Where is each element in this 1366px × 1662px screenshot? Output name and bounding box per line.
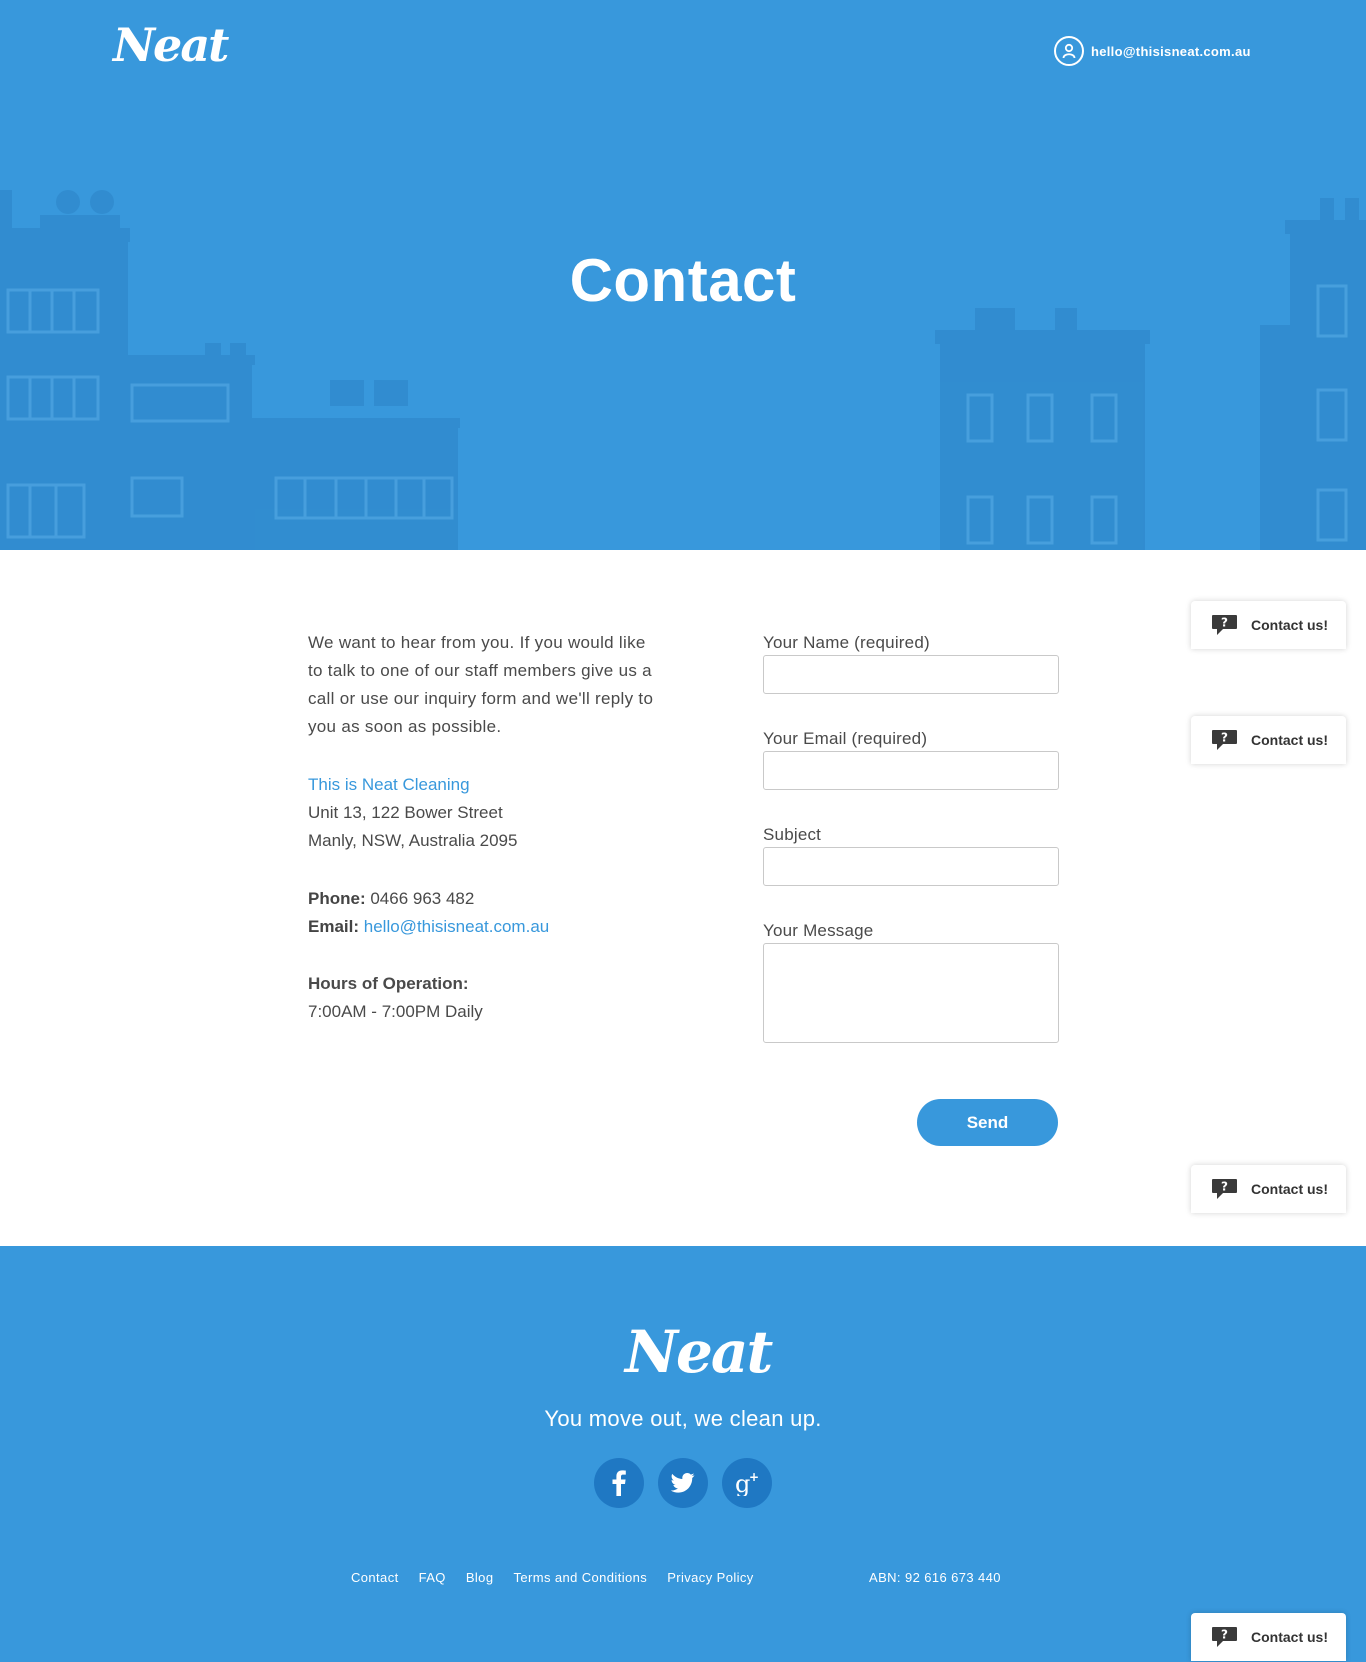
email-row: Email: hello@thisisneat.com.au — [308, 913, 549, 941]
google-plus-icon: g+ — [735, 1470, 759, 1496]
subject-label: Subject — [763, 825, 822, 844]
subject-input[interactable] — [763, 847, 1059, 886]
question-bubble-icon: ? — [1212, 730, 1237, 750]
contact-form: Your Name (required) Your Email (require… — [763, 629, 1059, 1043]
svg-text:+: + — [749, 1470, 759, 1484]
contact-us-label: Contact us! — [1251, 732, 1328, 748]
contact-us-label: Contact us! — [1251, 617, 1328, 633]
contact-us-label: Contact us! — [1251, 1629, 1328, 1645]
svg-text:?: ? — [1221, 731, 1228, 745]
email-label: Your Email (required) — [763, 729, 928, 748]
contact-us-tab[interactable]: ? Contact us! — [1191, 1165, 1346, 1213]
phone-row: Phone: 0466 963 482 — [308, 885, 549, 913]
footer-link-blog[interactable]: Blog — [466, 1570, 494, 1585]
contact-details: Phone: 0466 963 482 Email: hello@thisisn… — [308, 885, 549, 941]
twitter-icon — [671, 1473, 695, 1493]
question-bubble-icon: ? — [1212, 615, 1237, 635]
email-label: Email: — [308, 917, 360, 936]
footer-logo[interactable]: Neat — [625, 1318, 773, 1386]
contact-us-label: Contact us! — [1251, 1181, 1328, 1197]
footer-link-terms[interactable]: Terms and Conditions — [513, 1570, 647, 1585]
question-bubble-icon: ? — [1212, 1627, 1237, 1647]
name-label: Your Name (required) — [763, 633, 930, 652]
email-link[interactable]: hello@thisisneat.com.au — [364, 917, 549, 936]
intro-text: We want to hear from you. If you would l… — [308, 633, 654, 736]
contact-us-tab[interactable]: ? Contact us! — [1191, 1613, 1346, 1661]
header-logo[interactable]: Neat — [113, 18, 229, 72]
facebook-button[interactable] — [594, 1458, 644, 1508]
header-email-link[interactable]: hello@thisisneat.com.au — [1054, 36, 1251, 66]
abn-number: ABN: 92 616 673 440 — [869, 1570, 1001, 1585]
svg-text:?: ? — [1221, 616, 1228, 630]
hours-of-operation: Hours of Operation: 7:00AM - 7:00PM Dail… — [308, 970, 483, 1026]
name-input[interactable] — [763, 655, 1059, 694]
svg-text:?: ? — [1221, 1180, 1228, 1194]
user-icon — [1054, 36, 1084, 66]
footer-nav: Contact FAQ Blog Terms and Conditions Pr… — [351, 1570, 754, 1585]
header-email-text: hello@thisisneat.com.au — [1091, 43, 1251, 59]
page-title: Contact — [569, 247, 797, 314]
svg-text:?: ? — [1221, 1628, 1228, 1642]
send-button[interactable]: Send — [917, 1099, 1058, 1146]
address-line-2: Manly, NSW, Australia 2095 — [308, 831, 518, 850]
facebook-icon — [612, 1470, 626, 1496]
message-textarea[interactable] — [763, 943, 1059, 1043]
hours-label: Hours of Operation: — [308, 974, 469, 993]
hero-banner: Neat hello@thisisneat.com.au Contact — [0, 0, 1366, 550]
message-label: Your Message — [763, 921, 874, 940]
company-name: This is Neat Cleaning — [308, 775, 470, 794]
question-bubble-icon: ? — [1212, 1179, 1237, 1199]
hours-value: 7:00AM - 7:00PM Daily — [308, 1002, 483, 1021]
company-address: Unit 13, 122 Bower Street Manly, NSW, Au… — [308, 799, 517, 855]
footer: Neat You move out, we clean up. g + Conta… — [0, 1246, 1366, 1662]
twitter-button[interactable] — [658, 1458, 708, 1508]
social-links: g + — [594, 1458, 772, 1508]
footer-link-privacy[interactable]: Privacy Policy — [667, 1570, 754, 1585]
phone-number: 0466 963 482 — [370, 889, 475, 908]
footer-tagline: You move out, we clean up. — [544, 1406, 822, 1431]
phone-label: Phone: — [308, 889, 366, 908]
google-plus-button[interactable]: g + — [722, 1458, 772, 1508]
contact-us-tab[interactable]: ? Contact us! — [1191, 601, 1346, 649]
address-line-1: Unit 13, 122 Bower Street — [308, 803, 503, 822]
footer-link-faq[interactable]: FAQ — [419, 1570, 446, 1585]
email-input[interactable] — [763, 751, 1059, 790]
contact-us-tab[interactable]: ? Contact us! — [1191, 716, 1346, 764]
footer-link-contact[interactable]: Contact — [351, 1570, 399, 1585]
